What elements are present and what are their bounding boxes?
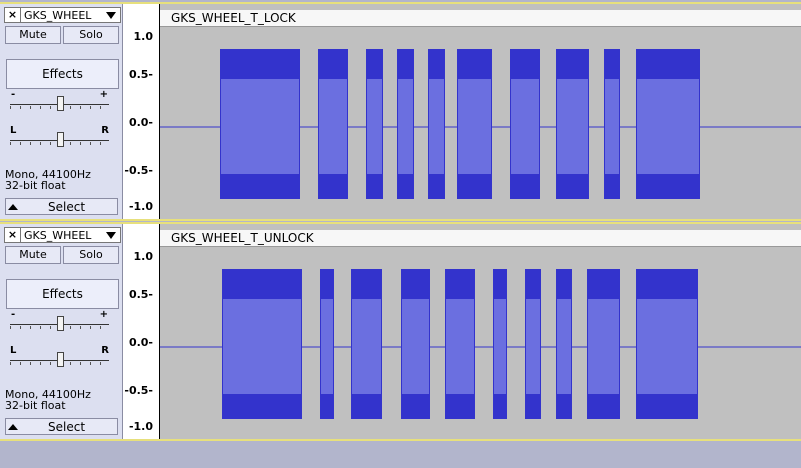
scale-label-neg-1-0: -1.0	[128, 200, 153, 213]
waveform-burst-rms-9	[605, 79, 619, 174]
track-2[interactable]: × GKS_WHEEL Mute Solo Effects - + L R Mo…	[0, 224, 801, 439]
waveform-burst-rms-10	[637, 79, 699, 174]
scale-label-0-0: 0.0-	[128, 116, 153, 129]
track-2-clip-title[interactable]: GKS_WHEEL_T_UNLOCK	[160, 230, 801, 247]
gain-slider-thumb[interactable]	[57, 96, 64, 111]
track-1-waveform[interactable]	[160, 27, 801, 219]
pan-left-label: L	[10, 125, 17, 136]
waveform-burst-rms-9	[588, 299, 619, 394]
track-2-name-menu[interactable]: × GKS_WHEEL	[4, 227, 121, 243]
effects-button[interactable]: Effects	[6, 59, 119, 89]
waveform-burst-rms-6	[494, 299, 506, 394]
track-2-control-panel: × GKS_WHEEL Mute Solo Effects - + L R Mo…	[0, 224, 123, 439]
solo-button[interactable]: Solo	[63, 26, 119, 44]
select-button[interactable]: Select	[48, 420, 85, 434]
track-2-select-bar[interactable]: Select	[5, 418, 118, 435]
track-2-amplitude-ruler: 1.0 0.5- 0.0- -0.5- -1.0	[123, 224, 160, 439]
track-2-format-info: Mono, 44100Hz 32-bit float	[5, 389, 91, 411]
scale-label-1-0: 1.0	[133, 30, 154, 43]
waveform-burst-rms-5	[446, 299, 474, 394]
waveform-burst-rms-4	[402, 299, 429, 394]
close-icon[interactable]: ×	[5, 228, 21, 242]
scale-label-0-0: 0.0-	[128, 336, 153, 349]
waveform-burst-rms-1	[223, 299, 301, 394]
chevron-down-icon[interactable]	[106, 11, 116, 19]
waveform-burst-rms-6	[458, 79, 491, 174]
track-1-amplitude-ruler: 1.0 0.5- 0.0- -0.5- -1.0	[123, 4, 160, 219]
solo-button[interactable]: Solo	[63, 246, 119, 264]
track-1-bottom-border	[0, 219, 801, 221]
select-button[interactable]: Select	[48, 200, 85, 214]
pan-left-label: L	[10, 345, 17, 356]
pan-right-label: R	[101, 125, 109, 136]
waveform-burst-rms-2	[321, 299, 333, 394]
bit-depth-text: 32-bit float	[5, 399, 66, 412]
gain-slider-thumb[interactable]	[57, 316, 64, 331]
gain-plus-label: +	[99, 89, 108, 100]
gain-slider[interactable]: - +	[7, 309, 112, 332]
close-icon[interactable]: ×	[5, 8, 21, 22]
waveform-burst-rms-4	[398, 79, 413, 174]
waveform-burst-rms-5	[429, 79, 444, 174]
effects-button[interactable]: Effects	[6, 279, 119, 309]
waveform-burst-rms-8	[557, 79, 588, 174]
gain-slider[interactable]: - +	[7, 89, 112, 112]
waveform-burst-rms-10	[637, 299, 697, 394]
waveform-burst-rms-2	[319, 79, 347, 174]
waveform-burst-rms-3	[352, 299, 381, 394]
waveform-burst-rms-7	[526, 299, 540, 394]
track-1-name[interactable]: GKS_WHEEL	[21, 9, 106, 22]
track-1[interactable]: × GKS_WHEEL Mute Solo Effects - + L R Mo…	[0, 4, 801, 219]
waveform-burst-rms-3	[367, 79, 382, 174]
track-1-clip-title[interactable]: GKS_WHEEL_T_LOCK	[160, 10, 801, 27]
track-1-name-menu[interactable]: × GKS_WHEEL	[4, 7, 121, 23]
waveform-burst-rms-7	[511, 79, 539, 174]
scale-label-neg-0-5: -0.5-	[124, 164, 153, 177]
scale-label-neg-0-5: -0.5-	[124, 384, 153, 397]
scale-label-neg-1-0: -1.0	[128, 420, 153, 433]
track-1-format-info: Mono, 44100Hz 32-bit float	[5, 169, 91, 191]
scale-label-0-5: 0.5-	[128, 68, 153, 81]
pan-right-label: R	[101, 345, 109, 356]
pan-slider[interactable]: L R	[7, 345, 112, 368]
collapse-icon[interactable]	[8, 424, 18, 430]
track-2-waveform[interactable]	[160, 247, 801, 439]
pan-slider[interactable]: L R	[7, 125, 112, 148]
pan-slider-thumb[interactable]	[57, 352, 64, 367]
track-2-bottom-border	[0, 439, 801, 441]
track-2-name[interactable]: GKS_WHEEL	[21, 229, 106, 242]
track-1-control-panel: × GKS_WHEEL Mute Solo Effects - + L R Mo…	[0, 4, 123, 219]
waveform-burst-rms-8	[557, 299, 571, 394]
gain-minus-label: -	[11, 309, 16, 320]
mute-button[interactable]: Mute	[5, 26, 61, 44]
track-1-select-bar[interactable]: Select	[5, 198, 118, 215]
chevron-down-icon[interactable]	[106, 231, 116, 239]
bit-depth-text: 32-bit float	[5, 179, 66, 192]
scale-label-1-0: 1.0	[133, 250, 154, 263]
scale-label-0-5: 0.5-	[128, 288, 153, 301]
gain-minus-label: -	[11, 89, 16, 100]
waveform-burst-rms-1	[221, 79, 299, 174]
collapse-icon[interactable]	[8, 204, 18, 210]
gain-plus-label: +	[99, 309, 108, 320]
mute-button[interactable]: Mute	[5, 246, 61, 264]
pan-slider-thumb[interactable]	[57, 132, 64, 147]
